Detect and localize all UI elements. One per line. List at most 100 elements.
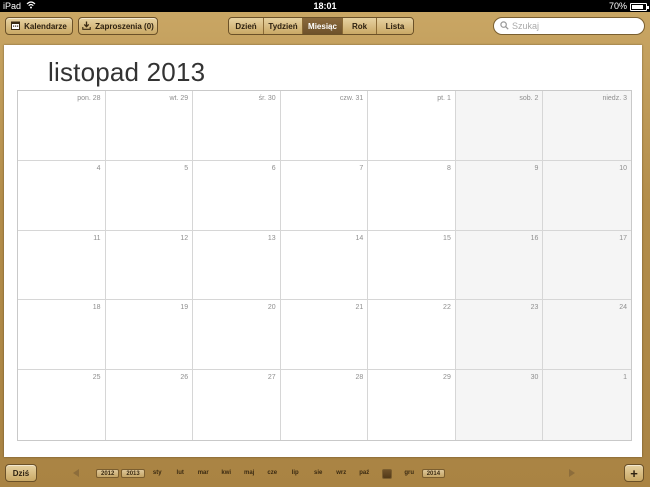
day-number: śr. 30: [258, 95, 276, 102]
day-cell[interactable]: 12: [105, 230, 194, 301]
day-cell[interactable]: 15: [368, 230, 456, 301]
day-cell[interactable]: sob. 2: [455, 91, 544, 161]
timeline-month[interactable]: cze: [261, 469, 284, 478]
day-number: pt. 1: [437, 95, 451, 102]
day-cell[interactable]: 23: [455, 300, 544, 371]
day-cell[interactable]: czw. 31: [280, 91, 369, 161]
day-cell[interactable]: 6: [193, 160, 281, 231]
view-switcher: Dzień Tydzień Miesiąc Rok Lista: [228, 17, 414, 35]
day-cell[interactable]: 19: [105, 300, 194, 371]
timeline-month[interactable]: gru: [398, 469, 421, 478]
timeline-month[interactable]: lut: [169, 469, 192, 478]
search-field[interactable]: [493, 17, 645, 35]
add-event-button[interactable]: +: [624, 464, 644, 482]
battery-percent: 70%: [608, 1, 627, 11]
day-cell[interactable]: 18: [18, 300, 106, 371]
day-cell[interactable]: 8: [368, 160, 456, 231]
tab-day[interactable]: Dzień: [229, 18, 264, 34]
day-number: 17: [619, 234, 627, 242]
day-number: 15: [443, 234, 451, 242]
day-cell[interactable]: 11: [18, 230, 106, 301]
search-icon: [500, 17, 509, 35]
day-cell[interactable]: 29: [368, 370, 456, 440]
timeline-next-icon[interactable]: [569, 469, 575, 477]
timeline-month[interactable]: kwi: [215, 469, 238, 478]
timeline-month[interactable]: mar: [192, 469, 215, 478]
day-cell[interactable]: 14: [280, 230, 369, 301]
search-input[interactable]: [512, 21, 632, 31]
calendar-icon: [11, 21, 21, 32]
day-number: 11: [93, 234, 101, 242]
day-cell[interactable]: 16: [455, 230, 544, 301]
day-number: 19: [180, 304, 189, 312]
day-number: 1: [623, 374, 627, 382]
day-cell[interactable]: 21: [280, 300, 369, 371]
calendars-button[interactable]: Kalendarze: [5, 17, 73, 35]
day-cell[interactable]: 17: [543, 230, 631, 301]
timeline-current-month-marker[interactable]: [381, 468, 392, 479]
timeline-year[interactable]: 2014: [421, 469, 446, 478]
invitations-button[interactable]: Zaproszenia (0): [78, 17, 158, 35]
month-timeline: 2012 2013 sty lut mar kwi maj cze lip sie wrz paź gr…: [95, 468, 446, 479]
day-cell[interactable]: 30: [455, 370, 544, 440]
day-number: 21: [355, 304, 364, 312]
day-cell[interactable]: 13: [193, 230, 281, 301]
timeline-year[interactable]: 2013: [121, 469, 145, 478]
day-cell[interactable]: 20: [193, 300, 281, 371]
day-number: 14: [355, 234, 364, 242]
day-number: niedz. 3: [602, 95, 627, 102]
day-number: 26: [180, 374, 189, 382]
day-number: 8: [446, 164, 451, 172]
day-number: 27: [267, 374, 276, 382]
clock: 18:01: [313, 1, 337, 11]
tab-list[interactable]: Lista: [377, 18, 413, 34]
tab-week[interactable]: Tydzień: [264, 18, 303, 34]
day-cell[interactable]: niedz. 3: [543, 91, 631, 161]
today-button[interactable]: Dziś: [5, 464, 37, 482]
day-number: 28: [355, 374, 364, 382]
day-number: wt. 29: [169, 95, 189, 102]
day-cell[interactable]: śr. 30: [193, 91, 281, 161]
timeline-month[interactable]: lip: [284, 469, 307, 478]
day-number: 9: [534, 164, 539, 172]
day-number: 12: [180, 234, 189, 242]
day-cell[interactable]: 28: [280, 370, 369, 440]
day-number: 4: [96, 164, 101, 172]
timeline-month[interactable]: paź: [353, 469, 376, 478]
day-number: 10: [619, 164, 627, 172]
timeline-year[interactable]: 2012: [96, 469, 120, 478]
today-label: Dziś: [12, 468, 30, 478]
day-cell[interactable]: 22: [368, 300, 456, 371]
day-cell[interactable]: 9: [455, 160, 544, 231]
top-toolbar: Kalendarze Zaproszenia (0) Dzień Tydzień…: [0, 12, 650, 40]
day-cell[interactable]: 5: [105, 160, 194, 231]
day-cell[interactable]: 7: [280, 160, 369, 231]
day-number: 24: [619, 304, 627, 312]
day-number: 20: [267, 304, 276, 312]
bottom-toolbar: Dziś 2012 2013 sty lut mar kwi maj cze lip sie wrz…: [0, 460, 650, 487]
timeline-month[interactable]: maj: [238, 469, 261, 478]
timeline-month[interactable]: wrz: [330, 469, 353, 478]
timeline-prev-icon[interactable]: [73, 469, 79, 477]
day-cell[interactable]: 1: [543, 370, 631, 440]
day-cell[interactable]: 10: [543, 160, 631, 231]
day-number: 23: [530, 304, 539, 312]
timeline-month[interactable]: sty: [146, 469, 169, 478]
plus-icon: +: [630, 465, 638, 481]
day-cell[interactable]: pon. 28: [18, 91, 106, 161]
tab-month[interactable]: Miesiąc: [303, 18, 343, 34]
invitations-label: Zaproszenia (0): [95, 21, 154, 31]
day-number: 22: [443, 304, 451, 312]
day-number: 16: [530, 234, 539, 242]
timeline-month[interactable]: sie: [307, 469, 330, 478]
day-cell[interactable]: 27: [193, 370, 281, 440]
day-cell[interactable]: pt. 1: [368, 91, 456, 161]
inbox-download-icon: [82, 21, 91, 32]
day-cell[interactable]: 25: [18, 370, 106, 440]
day-cell[interactable]: 26: [105, 370, 194, 440]
day-number: 25: [92, 374, 101, 382]
tab-year[interactable]: Rok: [343, 18, 377, 34]
day-cell[interactable]: 4: [18, 160, 106, 231]
day-cell[interactable]: 24: [543, 300, 631, 371]
day-cell[interactable]: wt. 29: [105, 91, 194, 161]
